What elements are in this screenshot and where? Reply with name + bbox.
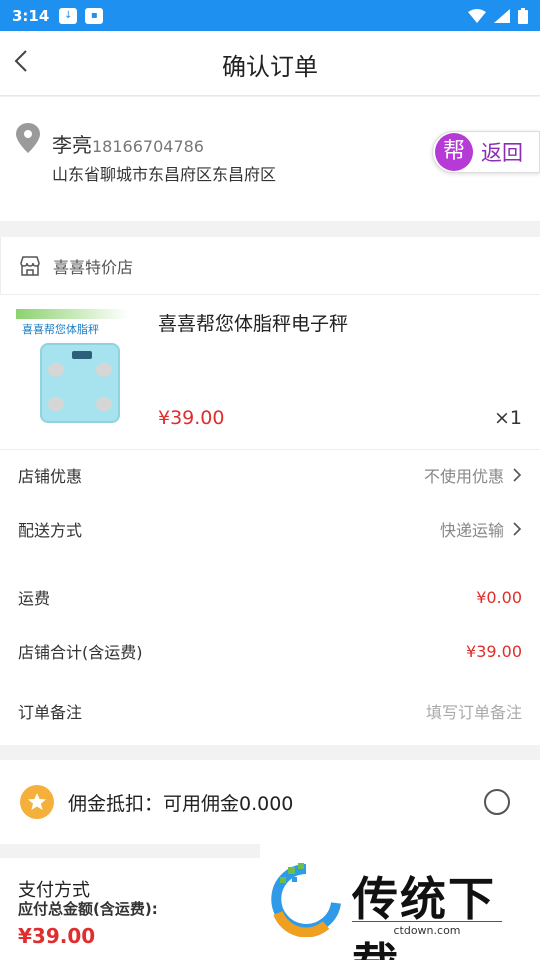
wifi-icon — [468, 8, 486, 23]
freight-value: ¥0.00 — [476, 587, 522, 607]
subtotal-label: 店铺合计(含运费) — [18, 643, 143, 662]
shipping-method-row[interactable]: 配送方式 快递运输 — [0, 509, 540, 549]
commission-label: 佣金抵扣：可用佣金0.000 — [68, 792, 294, 815]
watermark-url: ctdown.com — [352, 921, 502, 937]
signal-icon — [494, 8, 510, 23]
store-subtotal-row: 店铺合计(含运费) ¥39.00 — [0, 631, 540, 671]
freight-label: 运费 — [18, 589, 51, 608]
status-time: 3:14 — [12, 6, 50, 25]
chevron-right-icon — [513, 468, 522, 482]
app-notification-icon: ▪ — [85, 7, 104, 24]
product-price: ¥39.00 — [158, 407, 225, 429]
freight-row: 运费 ¥0.00 — [0, 577, 540, 617]
watermark-logo-icon — [271, 863, 341, 937]
star-icon — [20, 785, 54, 819]
total-label: 应付总金额(含运费): — [18, 900, 158, 918]
product-image-label: 喜喜帮您体脂秤 — [22, 323, 99, 336]
recipient-address: 山东省聊城市东昌府区东昌府区 — [52, 165, 277, 184]
order-note-row[interactable]: 订单备注 填写订单备注 — [0, 691, 540, 731]
store-discount-row[interactable]: 店铺优惠 不使用优惠 — [0, 455, 540, 495]
status-bar: 3:14 ↓ ▪ — [0, 0, 540, 31]
recipient-name: 李亮 — [52, 133, 92, 157]
nav-bar: 确认订单 — [0, 31, 540, 96]
discount-label: 店铺优惠 — [18, 467, 83, 486]
total-amount: ¥39.00 — [18, 924, 96, 948]
product-image: 喜喜帮您体脂秤 — [16, 309, 128, 429]
battery-icon — [518, 7, 528, 24]
note-label: 订单备注 — [18, 703, 83, 722]
order-note-input[interactable]: 填写订单备注 — [426, 699, 522, 723]
chevron-right-icon — [513, 522, 522, 536]
shop-icon — [20, 255, 40, 276]
page-title: 确认订单 — [222, 53, 318, 81]
discount-value: 不使用优惠 — [423, 467, 504, 486]
shipping-value: 快递运输 — [439, 521, 504, 540]
return-label: 返回 — [481, 141, 523, 165]
shipping-label: 配送方式 — [18, 521, 83, 540]
product-quantity: ×1 — [493, 407, 522, 429]
store-section: 喜喜特价店 喜喜帮您体脂秤 喜喜帮您体脂秤电子秤 ¥39.00 ×1 店铺优惠 … — [0, 237, 540, 745]
scale-graphic — [40, 343, 120, 423]
commission-radio[interactable] — [484, 789, 510, 815]
store-name: 喜喜特价店 — [53, 257, 134, 277]
watermark: 传统下载 ctdown.com — [260, 843, 540, 960]
product-name: 喜喜帮您体脂秤电子秤 — [158, 313, 349, 335]
commission-row[interactable]: 佣金抵扣：可用佣金0.000 — [0, 760, 540, 844]
watermark-text: 传统下载 — [352, 872, 496, 960]
help-return-button[interactable]: 帮 返回 — [432, 131, 540, 173]
download-icon: ↓ — [59, 7, 78, 24]
product-item[interactable]: 喜喜帮您体脂秤 喜喜帮您体脂秤电子秤 ¥39.00 ×1 — [0, 295, 540, 450]
subtotal-value: ¥39.00 — [466, 641, 522, 661]
location-pin-icon — [16, 123, 40, 153]
store-header[interactable]: 喜喜特价店 — [0, 237, 540, 295]
recipient-phone: 18166704786 — [92, 137, 204, 156]
recipient-line: 李亮18166704786 — [52, 129, 204, 158]
help-badge: 帮 — [435, 133, 473, 171]
